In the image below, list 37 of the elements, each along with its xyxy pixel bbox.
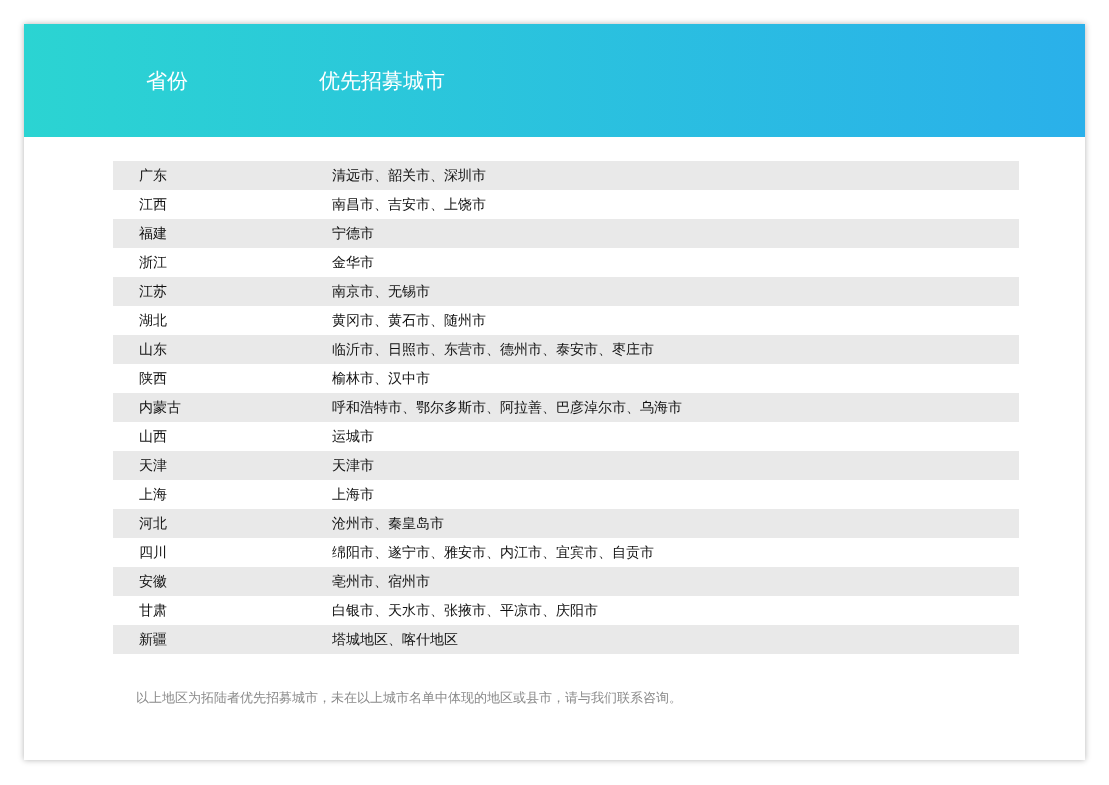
table-cell-text: 湖北 [138,311,168,330]
table-cell: 临沂市、日照市、东营市、德州市、泰安市、枣庄市 [332,340,654,359]
table-cell: 榆林市、汉中市 [332,369,430,388]
table-cell-text: 山东 [138,340,168,359]
table-cell: 南昌市、吉安市、上饶市 [332,195,486,214]
column-header: 优先招募城市 [319,67,446,95]
table-cell: 上海市 [332,485,374,504]
table-cell: 运城市 [332,427,374,446]
table-cell: 清远市、韶关市、深圳市 [332,166,486,185]
table-cell: 黄冈市、黄石市、随州市 [332,311,486,330]
table-cell: 天津市 [332,456,374,475]
footnote: 以上地区为拓陆者优先招募城市，未在以上城市名单中体现的地区或县市，请与我们联系咨询。 [135,689,683,707]
table-cell: 沧州市、秦皇岛市 [332,514,444,533]
table-cell-text: 四川 [138,543,168,562]
table-cell-text: 陕西 [138,369,168,388]
table-cell-text: 内蒙古 [138,398,182,417]
table-cell-text: 天津 [138,456,168,475]
table-cell: 白银市、天水市、张掖市、平凉市、庆阳市 [332,601,598,620]
table-cell-text: 上海 [138,485,168,504]
table-cell-text: 安徽 [138,572,168,591]
table-cell: 塔城地区、喀什地区 [332,630,458,649]
table-cell: 绵阳市、遂宁市、雅安市、内江市、宜宾市、自贡市 [332,543,654,562]
table-cell-text: 江西 [138,195,168,214]
column-header: 省份 [145,67,189,95]
table-cell: 呼和浩特市、鄂尔多斯市、阿拉善、巴彦淖尔市、乌海市 [332,398,682,417]
table-cell-text: 江苏 [138,282,168,301]
table-cell: 南京市、无锡市 [332,282,430,301]
table-cell-text: 广东 [138,166,168,185]
table-cell-text: 河北 [138,514,168,533]
table-cell-text: 甘肃 [138,601,168,620]
table-cell: 金华市 [332,253,374,272]
table-cell-text: 福建 [138,224,168,243]
table-cell-text: 浙江 [138,253,168,272]
table-cell-text: 新疆 [138,630,168,649]
table-cell-text: 山西 [138,427,168,446]
table-cell: 亳州市、宿州市 [332,572,430,591]
table-cell: 宁德市 [332,224,374,243]
